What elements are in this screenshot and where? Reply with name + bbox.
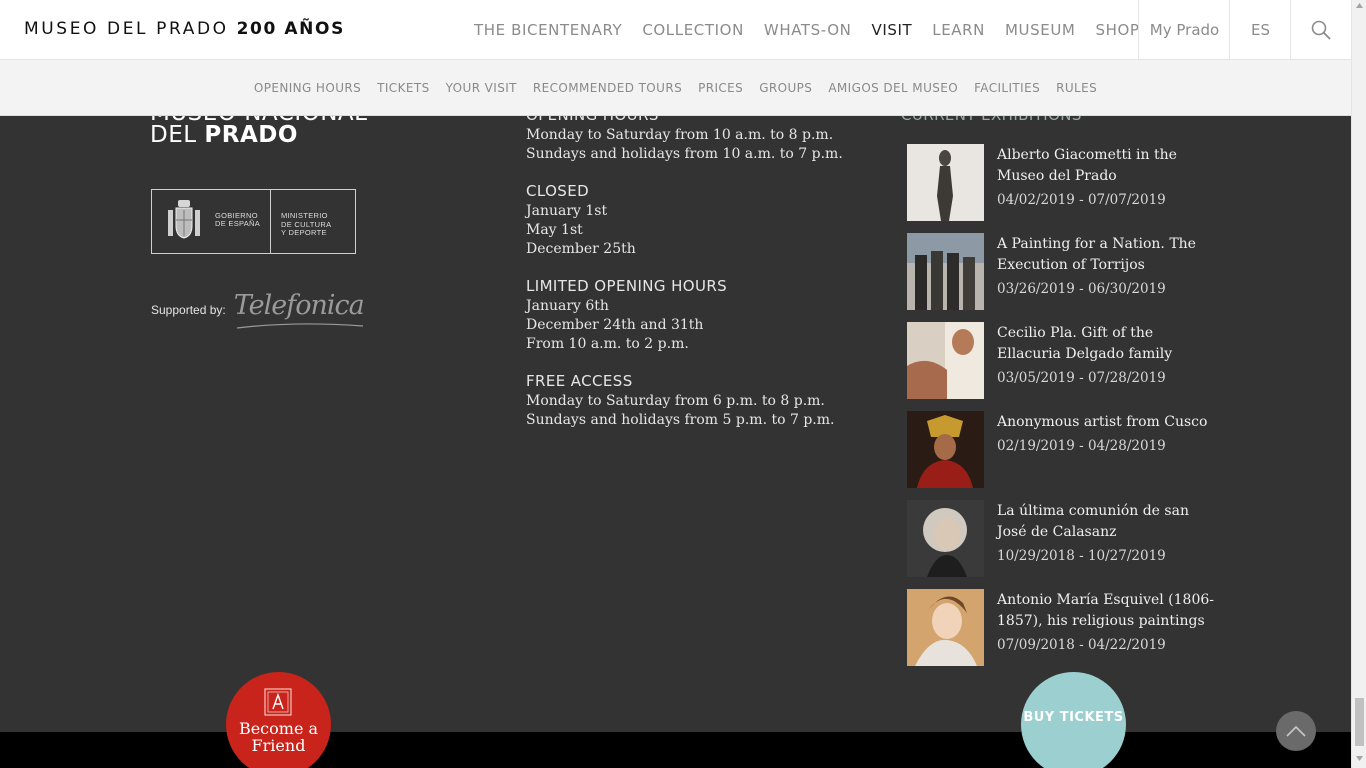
main-nav: THE BICENTENARY COLLECTION WHATS-ON VISIT LE… [464, 0, 1150, 60]
exhibition-title[interactable]: Anonymous artist from Cusco [997, 412, 1215, 433]
buy-tickets-label: BUY TICKETS [1023, 710, 1124, 725]
hours-line: Monday to Saturday from 10 a.m. to 8 p.m… [526, 127, 834, 143]
exhibition-title[interactable]: Antonio María Esquivel (1806-1857), his … [997, 590, 1215, 632]
site-logo[interactable]: MUSEO DEL PRADO 200 AÑOS [24, 19, 345, 39]
hours-line: Monday to Saturday from 6 p.m. to 8 p.m. [526, 393, 825, 409]
museo-nacional-logo[interactable]: MUSEO NACIONAL DEL PRADO [150, 116, 367, 148]
exhibition-title[interactable]: La última comunión de san José de Calasa… [997, 501, 1215, 543]
hours-line: December 24th and 31th [526, 317, 704, 333]
exhibition-dates: 02/19/2019 - 04/28/2019 [997, 438, 1166, 454]
exhibition-title[interactable]: A Painting for a Nation. The Execution o… [997, 234, 1215, 276]
exhibition-title[interactable]: Alberto Giacometti in the Museo del Prad… [997, 145, 1215, 187]
language-switch[interactable]: ES [1229, 0, 1291, 60]
back-to-top-button[interactable] [1276, 711, 1316, 751]
current-exhibitions-heading: CURRENT EXHIBITIONS [901, 116, 1082, 124]
hours-heading: CLOSED [526, 182, 590, 200]
nav-item-museum[interactable]: MUSEUM [995, 0, 1085, 60]
scroll-up-arrow-icon[interactable] [1356, 3, 1363, 8]
subnav-item-recommended-tours[interactable]: RECOMMENDED TOURS [533, 81, 682, 95]
gov-logo-divider [270, 190, 271, 253]
hours-line: December 25th [526, 241, 636, 257]
exhibition-title[interactable]: Cecilio Pla. Gift of the Ellacuria Delga… [997, 323, 1215, 365]
hours-section: OPENING HOURS Monday to Saturday from 10 … [526, 116, 846, 164]
hours-section: CLOSED January 1st May 1st December 25th [526, 182, 846, 259]
search-icon [1311, 20, 1331, 40]
subnav-item-prices[interactable]: PRICES [698, 81, 743, 95]
exhibition-dates: 03/05/2019 - 07/28/2019 [997, 370, 1166, 386]
subnav-item-your-visit[interactable]: YOUR VISIT [446, 81, 517, 95]
visit-subnav: OPENING HOURS TICKETS YOUR VISIT RECOMMENDE… [0, 60, 1351, 116]
supported-by: Supported by: Telefonica [151, 290, 365, 329]
exhibition-thumbnail[interactable] [907, 589, 984, 666]
logo-bold-text: 200 AÑOS [236, 19, 345, 39]
exhibitions-list: Alberto Giacometti in the Museo del Prad… [907, 144, 1217, 678]
hours-line: May 1st [526, 222, 583, 238]
hours-heading: OPENING HOURS [526, 116, 846, 124]
nav-item-learn[interactable]: LEARN [922, 0, 995, 60]
hours-line: January 1st [526, 203, 608, 219]
hours-heading: LIMITED OPENING HOURS [526, 277, 728, 295]
subnav-item-amigos-del-museo[interactable]: AMIGOS DEL MUSEO [828, 81, 958, 95]
nav-item-whats-on[interactable]: WHATS-ON [754, 0, 862, 60]
page-scrollbar[interactable] [1351, 0, 1366, 768]
opening-hours-column: OPENING HOURS Monday to Saturday from 10 … [526, 116, 846, 448]
subnav-item-facilities[interactable]: FACILITIES [974, 81, 1040, 95]
subnav-item-groups[interactable]: GROUPS [759, 81, 812, 95]
museum-logo-bold: PRADO [204, 122, 298, 148]
gobierno-ministerio-logo[interactable]: GOBIERNO DE ESPAÑA MINISTERIO DE CULTURA… [151, 189, 356, 254]
nav-item-collection[interactable]: COLLECTION [632, 0, 754, 60]
scroll-down-arrow-icon[interactable] [1356, 756, 1363, 761]
hours-heading: FREE ACCESS [526, 372, 633, 390]
buy-tickets-button[interactable]: BUY TICKETS [1021, 672, 1126, 768]
subnav-item-opening-hours[interactable]: OPENING HOURS [254, 81, 361, 95]
gobierno-line2: DE ESPAÑA [215, 219, 261, 228]
ministerio-line3: Y DEPORTE [281, 228, 327, 237]
exhibition-dates: 04/02/2019 - 07/07/2019 [997, 192, 1166, 208]
hours-line: January 6th [526, 298, 609, 314]
hours-section: FREE ACCESS Monday to Saturday from 6 p.m… [526, 372, 846, 430]
museum-logo-prefix: DEL [150, 122, 197, 148]
coat-of-arms-icon [168, 200, 200, 239]
telefonica-logo[interactable]: Telefonica [234, 290, 365, 321]
amigos-emblem-icon [264, 688, 292, 716]
hours-line: Sundays and holidays from 10 a.m. to 7 p… [526, 146, 843, 162]
exhibition-dates: 07/09/2018 - 04/22/2019 [997, 637, 1166, 653]
hours-section: LIMITED OPENING HOURS January 6th December… [526, 277, 846, 354]
exhibition-thumbnail[interactable] [907, 411, 984, 488]
my-prado-link[interactable]: My Prado [1138, 0, 1230, 60]
exhibition-item[interactable]: Antonio María Esquivel (1806-1857), his … [907, 589, 1217, 678]
scrollbar-thumb[interactable] [1355, 698, 1364, 746]
museum-logo-line2: DEL PRADO [150, 122, 367, 148]
nav-item-the-bicentenary[interactable]: THE BICENTENARY [464, 0, 632, 60]
become-a-friend-label: Become a Friend [238, 719, 319, 755]
nav-item-visit[interactable]: VISIT [861, 0, 922, 60]
bottom-black-bar [0, 732, 1351, 768]
exhibition-item[interactable]: A Painting for a Nation. The Execution o… [907, 233, 1217, 322]
hours-line: From 10 a.m. to 2 p.m. [526, 336, 689, 352]
exhibition-thumbnail[interactable] [907, 144, 984, 221]
telefonica-swoosh-icon [236, 323, 364, 329]
ministerio-text: MINISTERIO DE CULTURA Y DEPORTE [281, 211, 331, 238]
subnav-item-rules[interactable]: RULES [1056, 81, 1097, 95]
top-navigation-bar: MUSEO DEL PRADO 200 AÑOS THE BICENTENARY… [0, 0, 1351, 60]
exhibition-item[interactable]: La última comunión de san José de Calasa… [907, 500, 1217, 589]
hours-line: Sundays and holidays from 5 p.m. to 7 p.… [526, 412, 835, 428]
exhibition-item[interactable]: Alberto Giacometti in the Museo del Prad… [907, 144, 1217, 233]
exhibition-item[interactable]: Anonymous artist from Cusco 02/19/2019 - … [907, 411, 1217, 500]
gobierno-text: GOBIERNO DE ESPAÑA [215, 212, 260, 228]
footer-content: MUSEO NACIONAL DEL PRADO GOBIERNO DE ESP… [0, 116, 1351, 732]
exhibition-dates: 10/29/2018 - 10/27/2019 [997, 548, 1166, 564]
become-a-friend-button[interactable]: Become a Friend [226, 672, 331, 768]
exhibition-dates: 03/26/2019 - 06/30/2019 [997, 281, 1166, 297]
logo-text: MUSEO DEL PRADO [24, 19, 229, 39]
exhibition-thumbnail[interactable] [907, 233, 984, 310]
chevron-up-icon [1286, 725, 1306, 737]
subnav-item-tickets[interactable]: TICKETS [377, 81, 429, 95]
exhibition-item[interactable]: Cecilio Pla. Gift of the Ellacuria Delga… [907, 322, 1217, 411]
supported-by-label: Supported by: [151, 302, 226, 317]
exhibition-thumbnail[interactable] [907, 322, 984, 399]
search-button[interactable] [1290, 0, 1351, 60]
exhibition-thumbnail[interactable] [907, 500, 984, 577]
